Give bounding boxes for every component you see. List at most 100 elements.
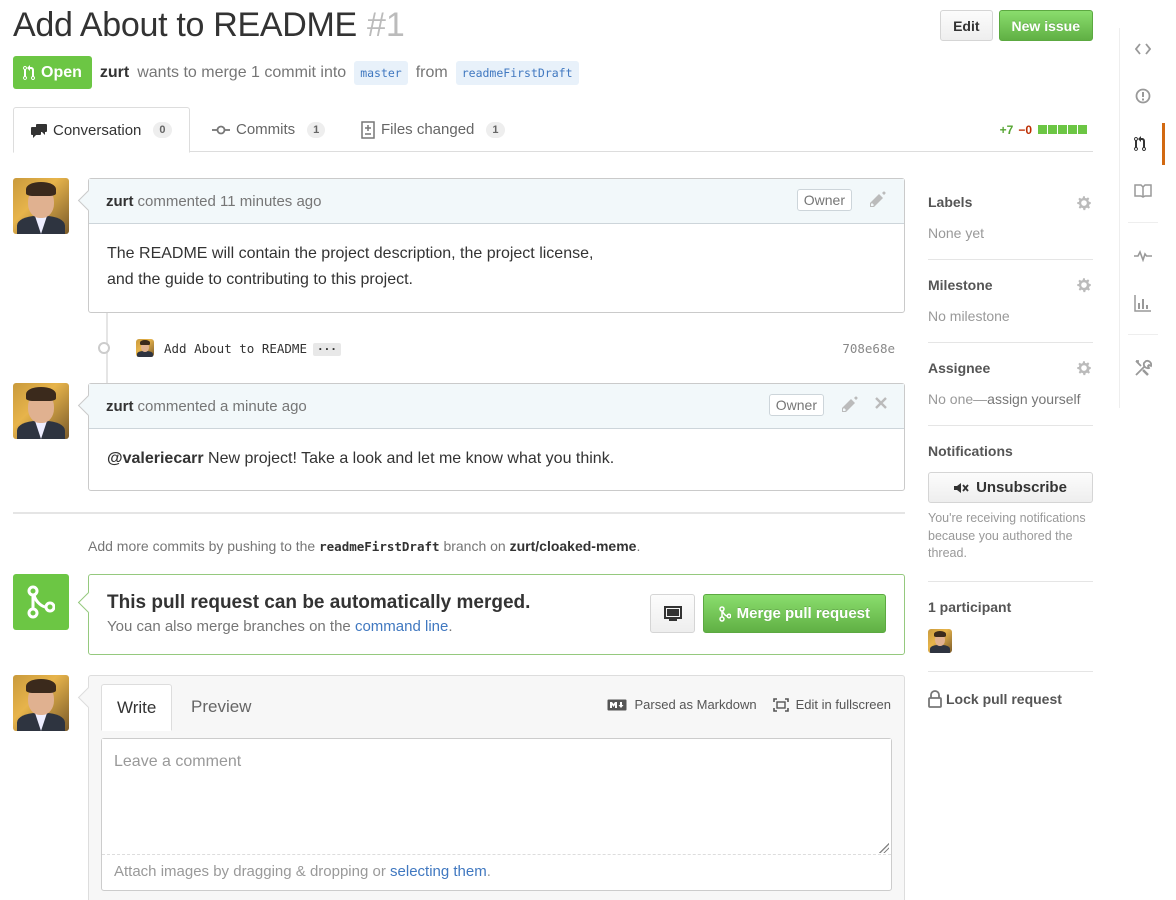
comment-textarea[interactable]: Leave a comment	[102, 739, 891, 855]
close-icon[interactable]	[874, 396, 888, 415]
owner-badge: Owner	[768, 394, 824, 416]
comment-timestamp[interactable]: commented 11 minutes ago	[138, 193, 322, 210]
rail-wiki[interactable]	[1120, 170, 1165, 212]
editor-toolbar: Parsed as Markdown Edit in fullscreen	[607, 697, 891, 712]
markdown-help-link[interactable]: Parsed as Markdown	[607, 697, 757, 712]
avatar[interactable]	[136, 339, 154, 357]
tab-label: Files changed	[381, 121, 475, 138]
assignee-section: Assignee No one—assign yourself	[928, 343, 1093, 426]
pencil-icon[interactable]	[842, 396, 858, 417]
commit-sha[interactable]: 708e68e	[842, 341, 895, 356]
merge-text: wants to merge 1 commit into	[137, 63, 347, 81]
repo-link[interactable]: zurt/cloaked-meme	[510, 538, 637, 554]
rail-issues[interactable]	[1120, 75, 1165, 117]
rail-code[interactable]	[1120, 28, 1165, 70]
head-branch[interactable]: readmeFirstDraft	[455, 60, 579, 85]
tab-write[interactable]: Write	[101, 684, 173, 731]
command-line-link[interactable]: command line	[355, 618, 448, 635]
commit-message[interactable]: Add About to README ···	[164, 341, 341, 356]
lock-pull-request-button[interactable]: Lock pull request	[928, 689, 1093, 708]
diffstat-additions: +7	[999, 123, 1014, 137]
tab-commits[interactable]: Commits 1	[195, 107, 342, 152]
rail-graphs[interactable]	[1120, 282, 1165, 324]
comment-text: and the guide to contributing to this pr…	[107, 271, 413, 288]
git-merge-icon	[718, 605, 731, 622]
tab-conversation[interactable]: Conversation 0	[13, 107, 190, 153]
sidebar: Labels None yet Milestone No milestone A…	[928, 178, 1093, 708]
select-files-link[interactable]: selecting them	[390, 863, 487, 880]
pencil-icon[interactable]	[870, 191, 886, 212]
rail-settings[interactable]	[1120, 347, 1165, 389]
branch-name: readmeFirstDraft	[319, 539, 440, 554]
edit-button[interactable]: Edit	[940, 10, 993, 41]
tab-files-changed[interactable]: Files changed 1	[344, 107, 522, 152]
tab-label: Conversation	[53, 121, 142, 139]
code-icon	[1134, 43, 1151, 55]
fullscreen-button[interactable]: Edit in fullscreen	[772, 697, 891, 712]
avatar[interactable]	[13, 675, 69, 731]
author-link[interactable]: zurt	[100, 64, 129, 82]
milestone-section: Milestone No milestone	[928, 260, 1093, 343]
merge-title: This pull request can be automatically m…	[107, 592, 531, 613]
assign-yourself-link[interactable]: assign yourself	[987, 391, 1080, 407]
comment-editor: Leave a comment Attach images by draggin…	[101, 738, 892, 891]
comment: zurt commented 11 minutes ago Owner The …	[88, 178, 905, 313]
sidebar-heading: 1 participant	[928, 598, 1012, 615]
gear-icon[interactable]	[1075, 276, 1093, 294]
gear-icon[interactable]	[1075, 359, 1093, 377]
mention-link[interactable]: @valeriecarr	[107, 450, 204, 467]
diffstat-deletions: −0	[1018, 123, 1032, 137]
gear-icon[interactable]	[1075, 194, 1093, 212]
merge-button-label: Merge pull request	[736, 605, 870, 622]
push-note: Add more commits by pushing to the readm…	[88, 538, 641, 554]
tab-counter: 0	[153, 122, 172, 138]
tab-preview[interactable]: Preview	[176, 684, 266, 730]
merge-box: This pull request can be automatically m…	[88, 574, 905, 655]
rail-pull-requests[interactable]	[1120, 123, 1165, 165]
commit-expand-button[interactable]: ···	[313, 342, 341, 356]
sidebar-heading: Assignee	[928, 360, 991, 376]
comment: zurt commented a minute ago Owner @valer…	[88, 383, 905, 491]
pr-number: #1	[366, 6, 405, 44]
avatar[interactable]	[13, 383, 69, 439]
lock-icon	[928, 689, 942, 708]
pr-tabs: Conversation 0 Commits 1 Files changed 1…	[13, 107, 1093, 153]
tab-label: Commits	[236, 121, 296, 138]
pulse-icon	[1133, 250, 1152, 262]
issue-icon	[1135, 88, 1150, 104]
comment-author[interactable]: zurt	[106, 398, 134, 415]
rail-pulse[interactable]	[1120, 235, 1165, 277]
status-badge: Open	[13, 56, 92, 89]
comment-text: The README will contain the project desc…	[107, 245, 594, 262]
git-commit-icon	[212, 125, 230, 134]
diffstat[interactable]: +7 −0	[1000, 123, 1087, 137]
commit-item: Add About to README ··· 708e68e	[88, 338, 905, 358]
comment-header: zurt commented a minute ago Owner	[89, 384, 904, 429]
comment-discussion-icon	[31, 124, 47, 138]
mute-icon	[954, 482, 969, 493]
notifications-section: Notifications Unsubscribe You're receivi…	[928, 426, 1093, 582]
open-desktop-button[interactable]	[650, 594, 695, 633]
pr-title-row: Add About to README #1	[13, 6, 405, 45]
new-issue-button[interactable]: New issue	[998, 10, 1093, 41]
pr-meta: Open zurt wants to merge 1 commit into m…	[13, 56, 579, 89]
attach-hint: Attach images by dragging & dropping or …	[114, 863, 491, 880]
from-text: from	[415, 63, 448, 81]
base-branch[interactable]: master	[354, 60, 408, 85]
participant-avatar[interactable]	[928, 628, 952, 653]
repo-nav-rail	[1119, 28, 1165, 408]
rail-divider	[1128, 222, 1158, 223]
avatar[interactable]	[13, 178, 69, 234]
sidebar-heading: Milestone	[928, 277, 993, 293]
diffstat-bar	[1037, 123, 1087, 137]
git-pull-request-icon	[1134, 136, 1146, 151]
comment-timestamp[interactable]: commented a minute ago	[138, 398, 307, 415]
owner-badge: Owner	[796, 189, 852, 211]
comment-author[interactable]: zurt	[106, 193, 134, 210]
markdown-icon	[607, 699, 627, 710]
unsubscribe-button[interactable]: Unsubscribe	[928, 472, 1093, 503]
merge-pull-request-button[interactable]: Merge pull request	[702, 594, 886, 633]
header-actions: Edit New issue	[940, 10, 1093, 41]
status-label: Open	[41, 63, 82, 81]
resize-handle[interactable]	[879, 843, 889, 853]
